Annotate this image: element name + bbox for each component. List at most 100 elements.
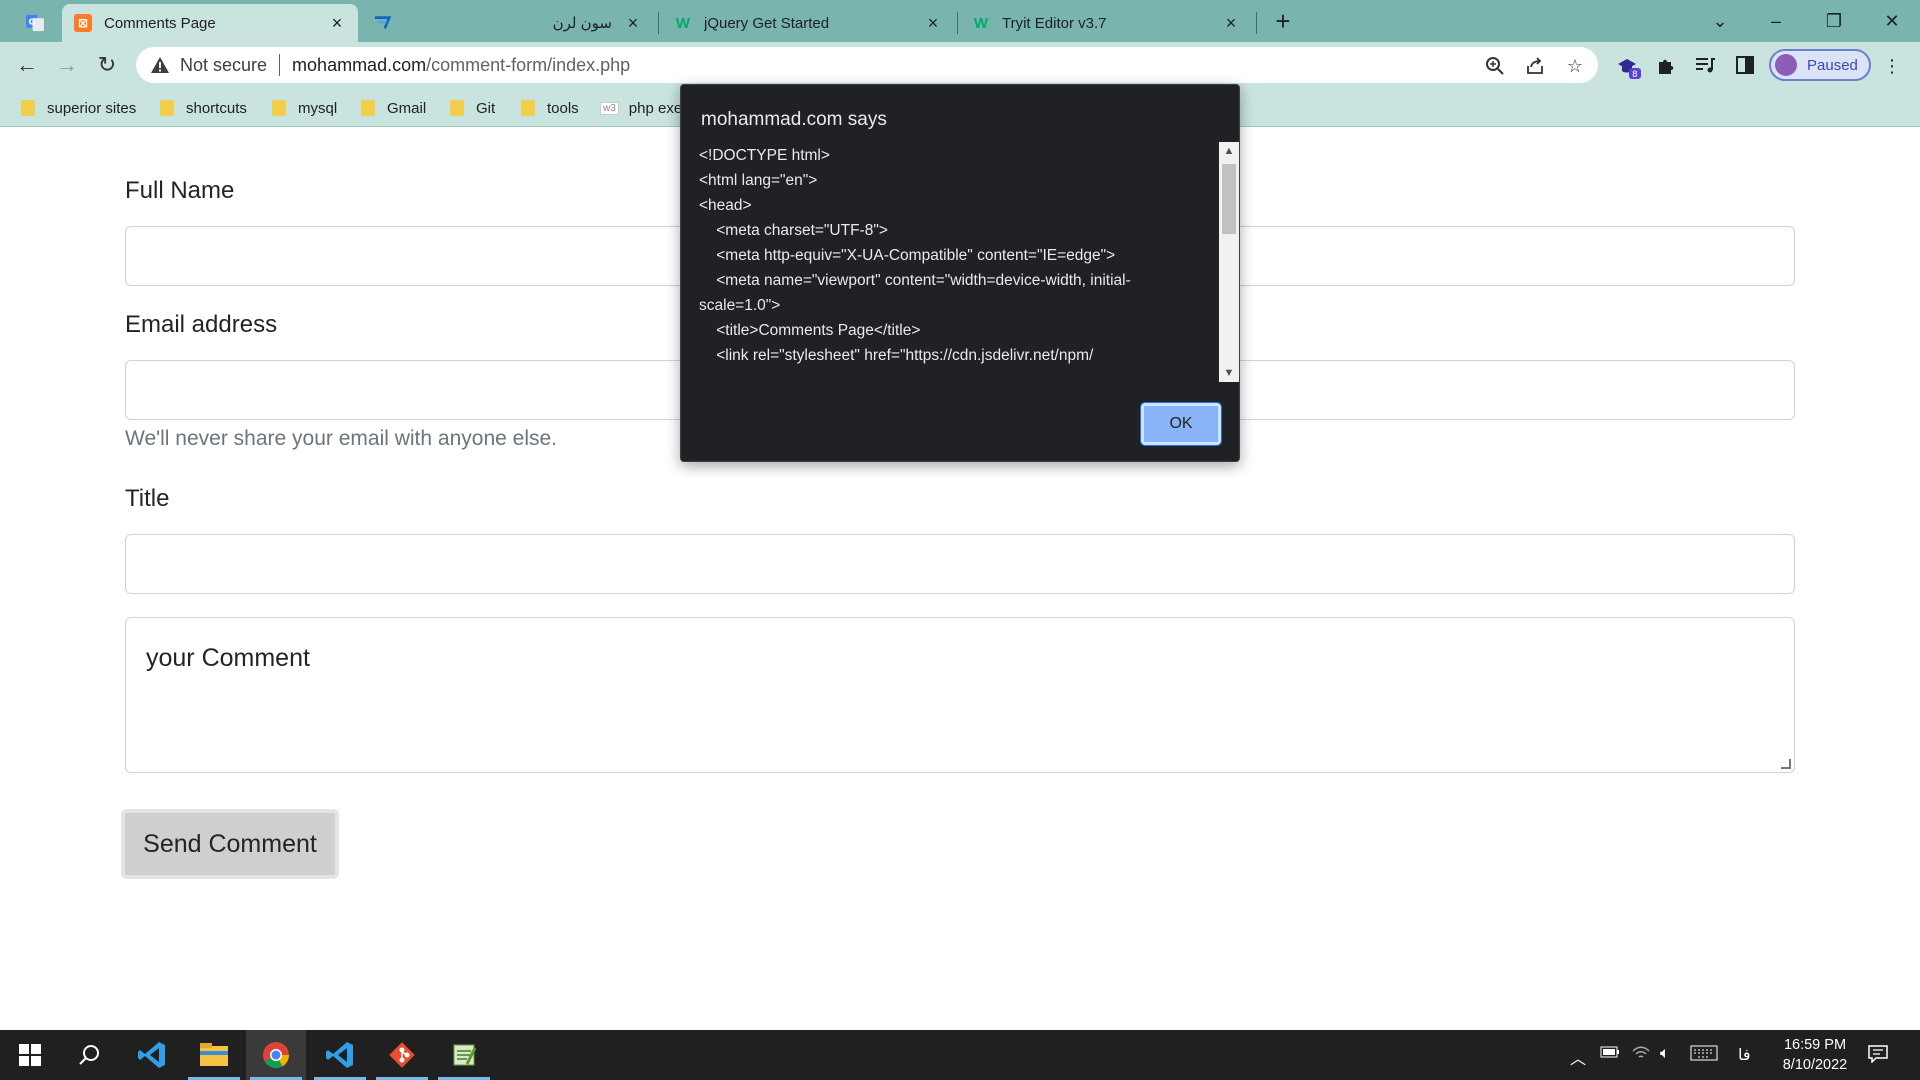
side-panel-icon[interactable] (1733, 56, 1757, 78)
bookmark-label: php exe (628, 99, 683, 117)
profile-paused-button[interactable]: Paused (1769, 49, 1871, 81)
code-line: <link rel="stylesheet" href="https://cdn… (699, 347, 1094, 364)
bookmark-label: tools (547, 99, 579, 117)
send-comment-button[interactable]: Send Comment (121, 809, 339, 879)
vscode-icon[interactable] (310, 1030, 370, 1080)
dialog-scrollbar[interactable]: ▲ ▼ (1219, 142, 1239, 382)
forward-arrow-icon[interactable]: → (52, 50, 82, 80)
touch-keyboard-icon[interactable] (1690, 1045, 1718, 1066)
code-line: <title>Comments Page</title> (699, 322, 921, 339)
file-explorer-icon[interactable] (184, 1030, 244, 1080)
scroll-up-icon[interactable]: ▲ (1219, 142, 1239, 160)
extension-badge-count: 8 (1632, 70, 1638, 80)
clock-time: 16:59 PM (1783, 1037, 1847, 1053)
menu-kebab-icon[interactable]: ⋮ (1880, 56, 1904, 78)
tab-search-chevron-icon[interactable]: ⌄ (1700, 6, 1740, 36)
full-name-label: Full Name (125, 177, 235, 204)
tab-comments-page[interactable]: ⊠ Comments Page × (62, 4, 358, 42)
security-label[interactable]: Not secure (180, 55, 267, 76)
close-tab-icon[interactable]: × (624, 14, 642, 32)
close-window-icon[interactable]: ✕ (1872, 6, 1912, 36)
tab-separator (658, 12, 659, 34)
battery-icon[interactable] (1600, 1045, 1620, 1063)
tab-title: jQuery Get Started (704, 14, 830, 32)
folder-icon (450, 100, 464, 116)
vscode-icon[interactable] (122, 1030, 182, 1080)
tab-sevenlearn[interactable]: سون لرن × (362, 4, 654, 42)
new-tab-button[interactable]: + (1270, 8, 1296, 35)
chrome-icon[interactable] (246, 1030, 306, 1080)
email-label: Email address (125, 311, 278, 338)
bookmark-folder[interactable]: Gmail (361, 97, 426, 119)
w3schools-icon: W (973, 14, 989, 32)
warning-icon (150, 55, 170, 75)
reload-icon[interactable]: ↻ (92, 50, 122, 80)
code-line: <meta http-equiv="X-UA-Compatible" conte… (699, 247, 1116, 264)
back-arrow-icon[interactable]: ← (12, 50, 42, 80)
address-bar[interactable]: Not secure mohammad.com /comment-form/in… (136, 47, 1598, 83)
dialog-title: mohammad.com says (701, 109, 887, 130)
windows-start-icon[interactable] (0, 1030, 60, 1080)
url-host: mohammad.com (292, 54, 427, 75)
tab-strip: G ⊠ Comments Page × سون لرن × W jQuery G… (0, 0, 1920, 42)
clock-date: 8/10/2022 (1782, 1057, 1848, 1073)
bookmark-link[interactable]: w3 php exe (600, 97, 682, 119)
bookmark-label: Gmail (387, 99, 427, 117)
volume-icon[interactable]: 🔈︎ (1660, 1045, 1670, 1063)
restore-icon[interactable]: ❐ (1814, 6, 1854, 36)
bookmark-folder[interactable]: shortcuts (160, 97, 247, 119)
extension-badge-icon[interactable]: 8 (1616, 56, 1641, 80)
code-line: <!DOCTYPE html> (699, 147, 830, 164)
alert-dialog: mohammad.com says <!DOCTYPE html> <html … (680, 84, 1240, 462)
bookmark-folder[interactable]: mysql (272, 97, 337, 119)
share-icon[interactable] (1524, 56, 1546, 78)
wifi-icon[interactable] (1632, 1045, 1650, 1066)
show-hidden-icons-icon[interactable]: ︿ (1570, 1045, 1586, 1069)
git-icon[interactable] (372, 1030, 432, 1080)
comment-placeholder: your Comment (146, 644, 310, 672)
code-line: <html lang="en"> (699, 172, 818, 189)
search-icon[interactable] (60, 1030, 120, 1080)
dialog-message: <!DOCTYPE html> <html lang="en"> <head> … (699, 143, 1199, 383)
xampp-icon: ⊠ (74, 14, 92, 32)
w3schools-icon: w3 (600, 101, 619, 115)
comment-textarea[interactable]: your Comment (125, 617, 1795, 773)
tab-separator (1256, 12, 1257, 34)
scroll-down-icon[interactable]: ▼ (1219, 364, 1239, 382)
title-input[interactable] (125, 534, 1795, 594)
system-clock[interactable]: 16:59 PM 8/10/2022 (1760, 1035, 1870, 1075)
input-language[interactable]: فا (1738, 1045, 1751, 1065)
close-tab-icon[interactable]: × (924, 14, 942, 32)
ok-button[interactable]: OK (1140, 402, 1222, 446)
scroll-thumb[interactable] (1222, 164, 1236, 234)
folder-icon (521, 100, 535, 116)
media-queue-icon[interactable] (1693, 56, 1717, 78)
notification-icon[interactable] (1868, 1045, 1888, 1068)
bookmark-label: Git (476, 99, 496, 117)
tab-tryit-editor[interactable]: W Tryit Editor v3.7 × (960, 4, 1252, 42)
minimize-icon[interactable]: – (1756, 6, 1796, 36)
profile-label: Paused (1807, 56, 1858, 74)
code-line: <meta name="viewport" content="width=dev… (699, 272, 1131, 289)
folder-icon (361, 100, 375, 116)
code-line: <meta charset="UTF-8"> (699, 222, 888, 239)
puzzle-extensions-icon[interactable] (1654, 56, 1678, 78)
bookmark-folder[interactable]: Git (450, 97, 495, 119)
zoom-icon[interactable] (1484, 56, 1506, 78)
bookmark-label: mysql (298, 99, 338, 117)
resize-handle-icon[interactable] (1781, 759, 1791, 769)
bookmark-label: shortcuts (186, 99, 247, 117)
tab-search-button[interactable]: G (14, 4, 58, 42)
avatar (1775, 54, 1797, 76)
close-tab-icon[interactable]: × (328, 14, 346, 32)
bookmark-star-icon[interactable]: ☆ (1564, 56, 1586, 78)
bookmark-folder[interactable]: superior sites (21, 97, 136, 119)
notepad-icon[interactable] (434, 1030, 494, 1080)
tab-title: سون لرن (552, 15, 612, 32)
title-label: Title (125, 485, 170, 512)
tab-jquery-get-started[interactable]: W jQuery Get Started × (662, 4, 954, 42)
close-tab-icon[interactable]: × (1222, 14, 1240, 32)
bookmark-folder[interactable]: tools (521, 97, 579, 119)
divider (279, 54, 281, 76)
bookmark-label: superior sites (47, 99, 137, 117)
